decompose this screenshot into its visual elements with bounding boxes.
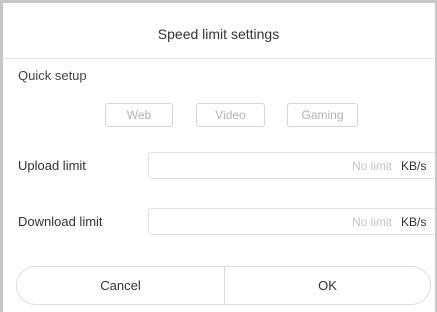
ok-button[interactable]: OK [225,267,430,304]
preset-video-button[interactable]: Video [196,103,265,127]
preset-gaming-button[interactable]: Gaming [287,103,358,127]
speed-limit-dialog: Speed limit settings Quick setup Web Vid… [0,0,437,312]
dialog-button-group: Cancel OK [16,266,431,305]
dialog-title: Speed limit settings [157,26,280,42]
title-divider [3,58,435,59]
dialog-left-border [0,0,3,312]
quick-setup-label: Quick setup [18,68,87,83]
upload-limit-label: Upload limit [18,158,86,173]
download-limit-input[interactable] [149,209,396,234]
upload-limit-field: KB/s [148,152,435,179]
upload-limit-input[interactable] [149,153,396,178]
cancel-button[interactable]: Cancel [17,267,224,304]
dialog-top-border [0,0,437,3]
preset-web-button[interactable]: Web [105,103,173,127]
download-unit-label: KB/s [401,215,427,229]
download-limit-label: Download limit [18,214,103,229]
upload-unit-label: KB/s [401,159,427,173]
download-limit-field: KB/s [148,208,435,235]
